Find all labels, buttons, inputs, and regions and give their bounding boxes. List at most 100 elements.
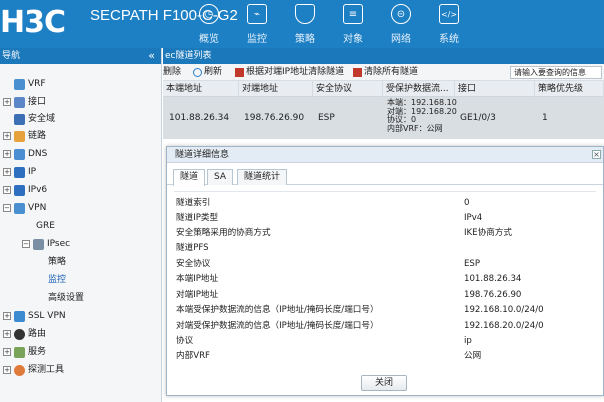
expand-icon[interactable]: +	[3, 150, 11, 158]
detail-value: 192.168.10.0/24/0	[464, 305, 544, 315]
dialog-tabs: 隧道 SA 隧道统计	[167, 163, 603, 186]
vrf-icon	[14, 78, 25, 90]
ipv6-icon	[14, 184, 25, 196]
sidebar-item-label: VRF	[28, 79, 46, 89]
sslvpn-icon	[14, 310, 25, 322]
expand-icon[interactable]: +	[3, 366, 11, 374]
sidebar-item-label: SSL VPN	[28, 311, 66, 321]
sidebar-item-label: VPN	[28, 203, 47, 213]
tab-sa[interactable]: SA	[207, 169, 234, 185]
column-header[interactable]: 接口	[455, 81, 535, 97]
detail-value: ip	[464, 336, 472, 346]
close-button[interactable]: 关闭	[361, 375, 407, 391]
sidebar-item-ipsec-policy[interactable]: 策略	[48, 254, 66, 270]
network-icon: ⊝	[391, 4, 411, 24]
h3c-logo: H3C	[0, 5, 66, 40]
collapse-tree-icon[interactable]: −	[22, 240, 30, 248]
detail-value: 公网	[464, 351, 482, 361]
sidebar-item-vpn[interactable]: − VPN	[3, 200, 46, 216]
clear-by-peer-button[interactable]: 根据对端IP地址清除隧道	[235, 64, 344, 81]
nav-label: 概览	[199, 34, 219, 45]
nav-object[interactable]: ≡ 对象	[329, 4, 377, 48]
expand-icon[interactable]: +	[3, 168, 11, 176]
sidebar: 导航 « VRF + 接口 安全域 + 链路 + DNS + IP + IPv6…	[0, 48, 162, 402]
link-icon	[14, 130, 25, 142]
sidebar-item-gre[interactable]: GRE	[36, 218, 55, 234]
sidebar-item-link[interactable]: + 链路	[3, 128, 46, 144]
sidebar-item-ssl-vpn[interactable]: + SSL VPN	[3, 308, 66, 324]
expand-icon[interactable]: +	[3, 330, 11, 338]
expand-icon[interactable]: +	[3, 98, 11, 106]
tab-tunnel[interactable]: 隧道	[173, 169, 206, 186]
expand-icon[interactable]: +	[3, 132, 11, 140]
expand-icon[interactable]: +	[3, 348, 11, 356]
clear-all-icon	[353, 68, 362, 77]
sidebar-item-ipv6[interactable]: + IPv6	[3, 182, 47, 198]
detail-key: 安全策略采用的协商方式	[176, 228, 271, 238]
system-icon: </>	[439, 4, 459, 24]
sidebar-item-label: 高级设置	[48, 293, 85, 303]
nav-label: 监控	[247, 34, 267, 45]
interface-icon	[14, 96, 25, 108]
detail-value: IPv4	[464, 213, 483, 223]
sidebar-item-service[interactable]: + 服务	[3, 344, 46, 360]
column-header[interactable]: 策略优先级	[535, 81, 604, 97]
clear-all-button[interactable]: 清除所有隧道	[353, 64, 418, 81]
collapse-icon[interactable]: «	[148, 48, 155, 64]
flow-line: 内部VRF：公网	[387, 123, 443, 133]
expand-icon[interactable]: +	[3, 186, 11, 194]
detail-key: 本端受保护数据流的信息（IP地址/掩码长度/端口号）	[176, 305, 379, 315]
sidebar-title: 导航	[2, 51, 21, 61]
ipsec-icon	[33, 238, 44, 250]
column-header[interactable]: 本端地址	[163, 81, 239, 97]
sidebar-item-label: GRE	[36, 221, 55, 231]
delete-button[interactable]: 删除	[163, 64, 181, 81]
top-header: H3C SECPATH F100-C-G2 ◷ 概览 ⌁ 监控 策略 ≡ 对象 …	[0, 0, 604, 48]
nav-network[interactable]: ⊝ 网络	[377, 4, 425, 48]
panel-title: ec隧道列表	[163, 48, 604, 64]
nav-dashboard[interactable]: ◷ 概览	[185, 4, 233, 48]
sidebar-item-ipsec-monitor[interactable]: 监控	[48, 272, 66, 288]
sidebar-item-security-zone[interactable]: 安全域	[14, 111, 55, 127]
ip-icon	[14, 166, 25, 178]
refresh-button[interactable]: 刷新	[193, 64, 222, 81]
detail-key: 对端受保护数据流的信息（IP地址/掩码长度/端口号）	[176, 321, 379, 331]
sidebar-item-interface[interactable]: + 接口	[3, 94, 46, 110]
cell-interface: GE1/0/3	[460, 113, 496, 123]
collapse-tree-icon[interactable]: −	[3, 204, 11, 212]
search-input[interactable]: 请输入要查询的信息	[510, 66, 602, 79]
close-icon[interactable]: ×	[592, 150, 601, 159]
cell-protocol: ESP	[318, 113, 335, 123]
sidebar-item-vrf[interactable]: VRF	[14, 76, 46, 92]
sidebar-item-advanced-settings[interactable]: 高级设置	[48, 290, 84, 306]
nav-policy[interactable]: 策略	[281, 4, 329, 48]
column-header[interactable]: 受保护数据流...	[383, 81, 455, 97]
toolbar: 删除 刷新 根据对端IP地址清除隧道 清除所有隧道 请输入要查询的信息	[163, 64, 604, 81]
shield-icon	[295, 4, 315, 24]
refresh-icon	[193, 68, 202, 77]
tab-tunnel-stats[interactable]: 隧道统计	[237, 169, 288, 185]
sidebar-item-ip[interactable]: + IP	[3, 164, 36, 180]
expand-icon[interactable]: +	[3, 312, 11, 320]
sidebar-item-ipsec[interactable]: − IPsec	[22, 236, 70, 252]
sidebar-item-dns[interactable]: + DNS	[3, 146, 47, 162]
detail-row: 对端受保护数据流的信息（IP地址/掩码长度/端口号） 192.168.20.0/2…	[174, 320, 594, 333]
table-row[interactable]: 101.88.26.34 198.76.26.90 ESP 本端：192.168…	[163, 97, 604, 139]
nav-system[interactable]: </> 系统	[425, 4, 473, 48]
sidebar-item-label: IPsec	[47, 239, 71, 249]
detail-key: 隧道索引	[176, 198, 211, 208]
detail-list: 隧道索引 0 隧道IP类型 IPv4 安全策略采用的协商方式 IKE协商方式 隧道PF…	[174, 191, 596, 371]
detail-key: 隧道IP类型	[176, 213, 219, 223]
detail-row: 对端IP地址 198.76.26.90	[174, 289, 594, 302]
sidebar-item-probe[interactable]: + 探测工具	[3, 362, 64, 378]
sidebar-item-route[interactable]: + 路由	[3, 326, 46, 342]
detail-key: 隧道PFS	[176, 243, 209, 253]
column-header[interactable]: 对端地址	[239, 81, 313, 97]
nav-monitor[interactable]: ⌁ 监控	[233, 4, 281, 48]
detail-row: 本端IP地址 101.88.26.34	[174, 273, 594, 286]
column-header[interactable]: 安全协议	[313, 81, 383, 97]
detail-key: 对端IP地址	[176, 290, 219, 300]
detail-row: 安全协议 ESP	[174, 258, 594, 271]
dialog-footer: 关闭	[167, 373, 603, 395]
dashboard-icon: ◷	[199, 4, 219, 24]
